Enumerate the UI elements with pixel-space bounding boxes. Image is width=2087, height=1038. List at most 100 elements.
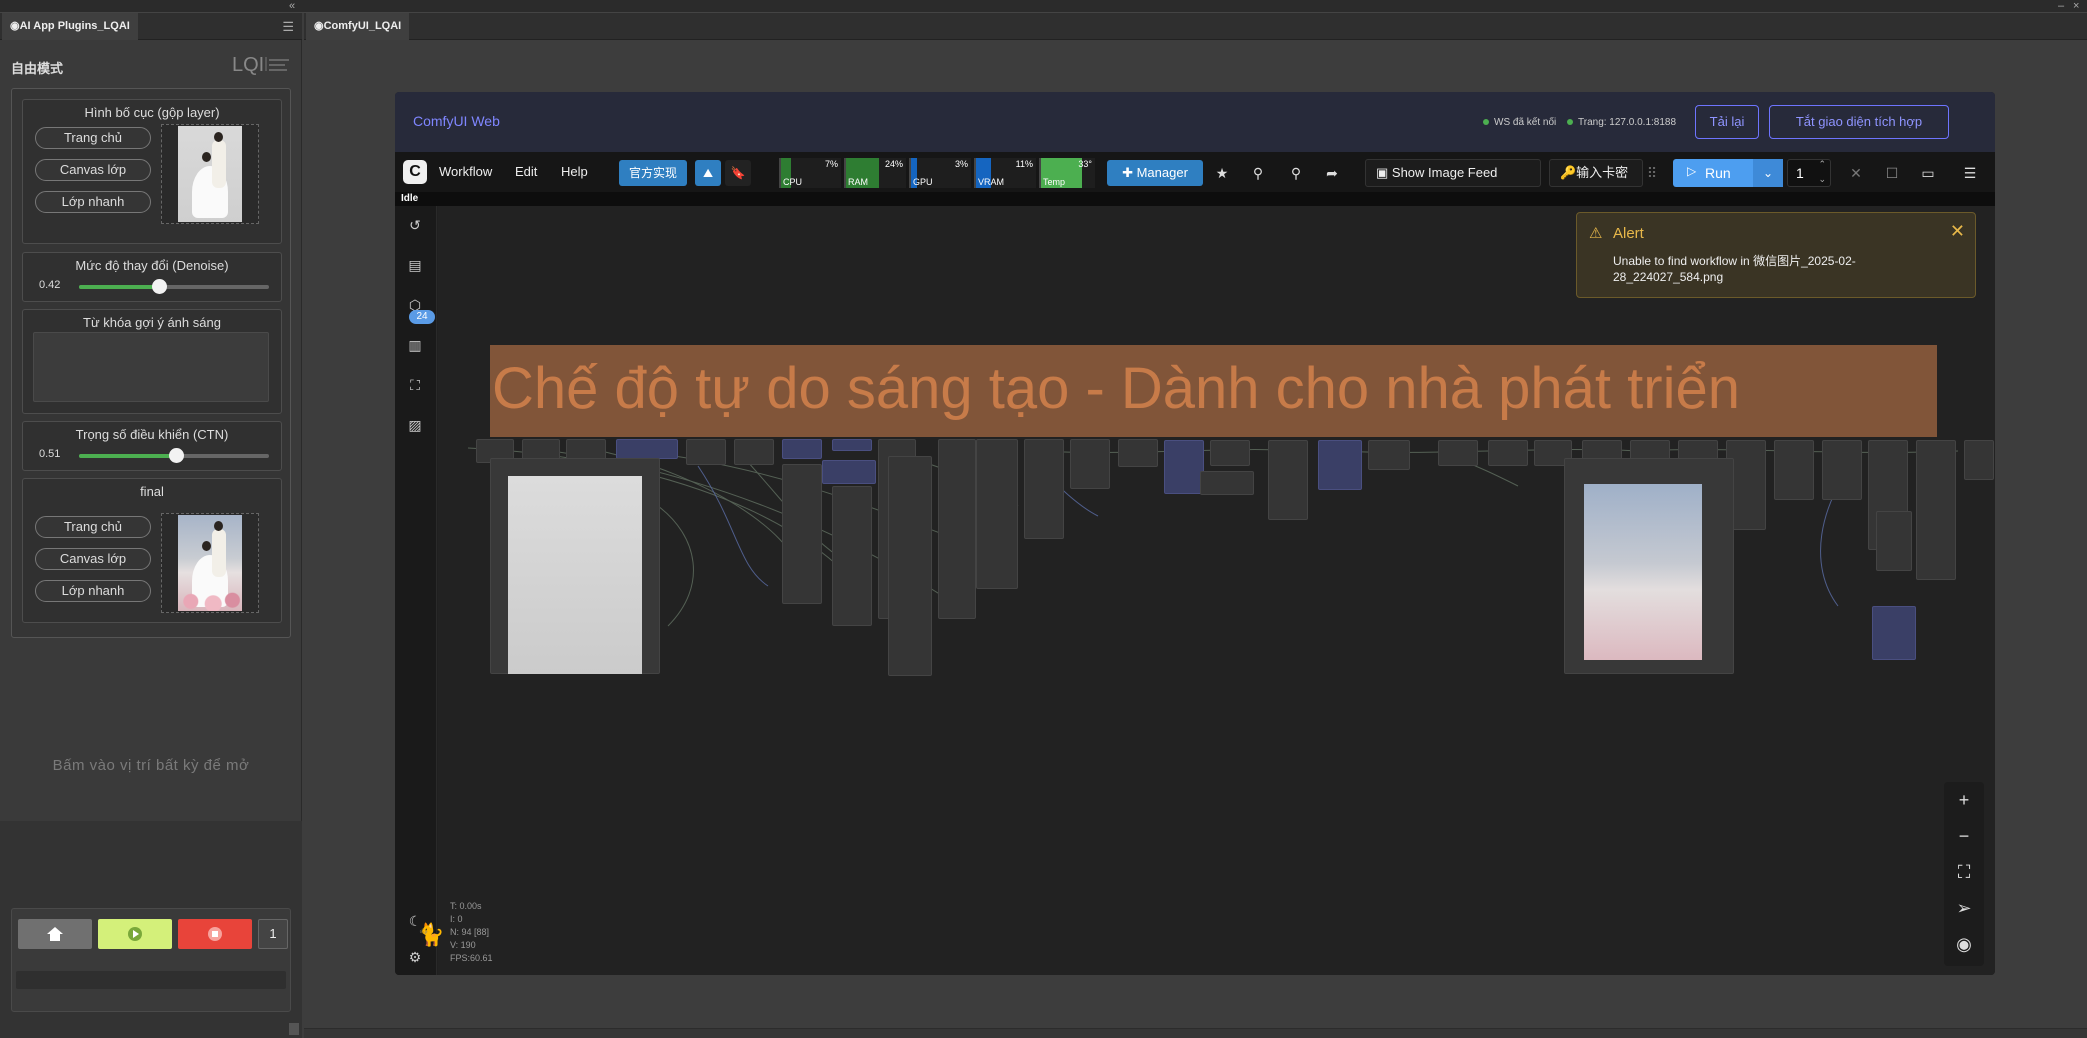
workflow-node[interactable] <box>1200 471 1254 495</box>
share-icon[interactable]: ➦ <box>1319 160 1345 186</box>
alert-close-icon[interactable]: ✕ <box>1950 221 1965 242</box>
workflow-node[interactable] <box>1774 440 1814 500</box>
workflow-node[interactable] <box>1438 440 1478 466</box>
menu-help[interactable]: Help <box>561 164 588 179</box>
comfy-menubar: C Workflow Edit Help 官方实现 ⛰ 🔖 CPU 7% RAM 2… <box>395 152 1995 192</box>
plugin-tab[interactable]: ◉AI App Plugins_LQAI <box>2 13 138 40</box>
close-integrated-ui-button[interactable]: Tắt giao diện tích hợp <box>1769 105 1949 139</box>
focus-mode-icon[interactable]: ☐ <box>1879 160 1905 186</box>
workflow-node[interactable] <box>1318 440 1362 490</box>
workflow-node[interactable] <box>1368 440 1410 470</box>
workflow-node[interactable] <box>1916 440 1956 580</box>
warning-icon: ⚠ <box>1589 225 1603 242</box>
hamburger-menu-icon[interactable]: ☰ <box>1957 160 1983 186</box>
node-library-icon[interactable]: ▥ <box>404 334 426 356</box>
lighting-prompt-input[interactable] <box>33 332 269 402</box>
workflow-node[interactable] <box>1070 439 1110 489</box>
workflow-node[interactable] <box>1024 439 1064 539</box>
card-key-button[interactable]: 🔑输入卡密 <box>1549 159 1643 187</box>
navigate-icon[interactable]: ➢ <box>1952 896 1976 920</box>
denoise-slider[interactable] <box>79 279 269 294</box>
run-button[interactable]: ▷ Run ⌄ <box>1673 159 1783 187</box>
workflow-node[interactable] <box>1964 440 1994 480</box>
image-feed-button[interactable]: ▣ Show Image Feed <box>1365 159 1541 187</box>
workflows-icon[interactable]: ⛶ <box>404 374 426 396</box>
workspace-bottom-bar <box>304 1028 2087 1038</box>
manager-button[interactable]: ✚ Manager <box>1107 160 1203 186</box>
history-icon[interactable]: ↺ <box>404 214 426 236</box>
ws-status-dot <box>1483 119 1489 125</box>
workflow-node[interactable] <box>832 486 872 626</box>
run-dropdown-icon[interactable]: ⌄ <box>1753 159 1783 187</box>
official-button[interactable]: 官方实现 <box>619 160 687 186</box>
cancel-icon[interactable]: ✕ <box>1843 160 1869 186</box>
workflow-node[interactable] <box>616 439 678 459</box>
node-tool-icon[interactable]: ⚲ <box>1245 160 1271 186</box>
workflow-node[interactable] <box>1210 440 1250 466</box>
workflow-node[interactable] <box>782 464 822 604</box>
layout-thumbnail[interactable] <box>161 124 259 224</box>
bottom-panel-icon[interactable]: ▭ <box>1915 160 1941 186</box>
visibility-eye-icon[interactable]: ◉ <box>1952 932 1976 956</box>
canvas-layer-button[interactable]: Canvas lớp <box>35 159 151 181</box>
images-icon[interactable]: ▨ <box>404 414 426 436</box>
stop-action-button[interactable] <box>178 919 252 949</box>
workflow-node[interactable] <box>1118 439 1158 467</box>
minimize-icon[interactable]: – <box>2058 0 2064 12</box>
workflow-node[interactable] <box>822 460 876 484</box>
workflow-node[interactable] <box>1488 440 1528 466</box>
panel-menu-icon[interactable]: ☰ <box>282 19 294 35</box>
crystools-icon[interactable]: ⛰ <box>695 160 721 186</box>
comfy-tab[interactable]: ◉ComfyUI_LQAI <box>306 13 410 40</box>
manager-label: Manager <box>1136 165 1188 180</box>
drag-handle-icon[interactable]: ⠿ <box>1645 160 1659 186</box>
batch-count[interactable]: 1 <box>258 919 288 949</box>
cat-mascot-icon[interactable]: 🐈 <box>417 922 444 948</box>
zoom-in-icon[interactable]: + <box>1952 788 1976 812</box>
workflow-node[interactable] <box>1822 440 1862 500</box>
queue-count-input[interactable]: 1 ⌃ ⌄ <box>1787 159 1831 187</box>
workflow-node[interactable] <box>734 439 774 465</box>
home-button[interactable]: Trang chủ <box>35 127 151 149</box>
home-action-button[interactable] <box>18 919 92 949</box>
ctn-slider[interactable] <box>79 448 269 463</box>
resize-handle[interactable] <box>289 1023 299 1035</box>
workflow-node[interactable] <box>782 439 822 459</box>
temp-meter: Temp 33° <box>1039 158 1095 188</box>
node-canvas[interactable] <box>438 206 1995 975</box>
workflow-node[interactable] <box>1876 511 1912 571</box>
controls-box: Hình bố cục (gộp layer) Trang chủ Canvas… <box>11 88 291 638</box>
workflow-node[interactable] <box>1164 440 1204 494</box>
final-home-button[interactable]: Trang chủ <box>35 516 151 538</box>
workflow-node[interactable] <box>1872 606 1916 660</box>
workflow-node[interactable] <box>686 439 726 465</box>
zoom-out-icon[interactable]: − <box>1952 824 1976 848</box>
denoise-slider-knob[interactable] <box>151 279 167 294</box>
run-action-button[interactable] <box>98 919 172 949</box>
node-tool-2-icon[interactable]: ⚲ <box>1283 160 1309 186</box>
final-canvas-layer-button[interactable]: Canvas lớp <box>35 548 151 570</box>
close-window-icon[interactable]: × <box>2073 0 2079 12</box>
menu-edit[interactable]: Edit <box>515 164 537 179</box>
final-thumbnail[interactable] <box>161 513 259 613</box>
fit-view-icon[interactable]: ⛶ <box>1952 860 1976 884</box>
stepper-icon[interactable]: ⌃ ⌄ <box>1818 157 1826 187</box>
workflow-node[interactable] <box>976 439 1018 589</box>
final-quick-layer-button[interactable]: Lớp nhanh <box>35 580 151 602</box>
open-hint[interactable]: Bấm vào vị trí bất kỳ để mở <box>0 757 302 774</box>
final-section: final Trang chủ Canvas lớp Lớp nhanh <box>22 478 282 623</box>
bookmark-icon[interactable]: 🔖 <box>725 160 751 186</box>
workflow-node[interactable] <box>832 439 872 451</box>
menu-workflow[interactable]: Workflow <box>439 164 492 179</box>
reload-button[interactable]: Tải lại <box>1695 105 1759 139</box>
queue-icon[interactable]: ▤ <box>404 254 426 276</box>
star-icon[interactable]: ★ <box>1209 160 1235 186</box>
quick-layer-button[interactable]: Lớp nhanh <box>35 191 151 213</box>
workflow-node[interactable] <box>938 439 976 619</box>
ctn-slider-knob[interactable] <box>168 448 184 463</box>
workflow-node[interactable] <box>1268 440 1308 520</box>
collapse-left-icon[interactable]: « <box>289 0 295 12</box>
comfy-logo-icon[interactable]: C <box>403 160 427 184</box>
workflow-node[interactable] <box>888 456 932 676</box>
settings-gear-icon[interactable]: ⚙ <box>404 946 426 968</box>
